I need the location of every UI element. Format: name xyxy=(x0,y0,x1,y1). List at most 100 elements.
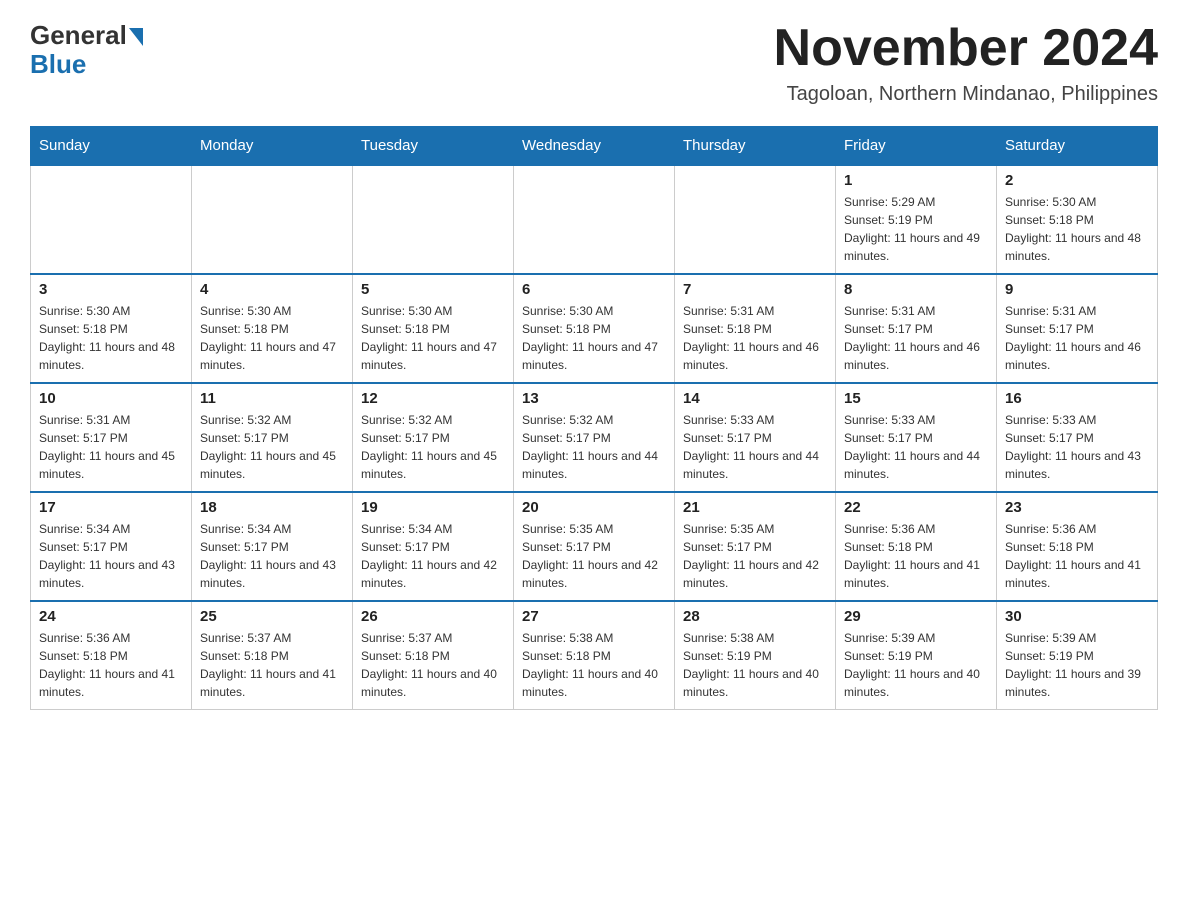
header-day-monday: Monday xyxy=(192,127,353,166)
day-info-line: Sunset: 5:18 PM xyxy=(200,320,344,338)
day-info-line: Sunrise: 5:31 AM xyxy=(1005,302,1149,320)
calendar-cell: 7Sunrise: 5:31 AMSunset: 5:18 PMDaylight… xyxy=(675,274,836,383)
logo-triangle-icon xyxy=(129,28,143,46)
day-number: 12 xyxy=(361,390,505,407)
day-info-line: Sunset: 5:18 PM xyxy=(522,320,666,338)
day-info-line: Sunrise: 5:34 AM xyxy=(361,520,505,538)
day-info-line: Sunrise: 5:29 AM xyxy=(844,193,988,211)
day-info-line: Sunset: 5:18 PM xyxy=(39,647,183,665)
day-number: 9 xyxy=(1005,281,1149,298)
day-number: 16 xyxy=(1005,390,1149,407)
day-info-line: Daylight: 11 hours and 42 minutes. xyxy=(522,556,666,592)
calendar-cell: 19Sunrise: 5:34 AMSunset: 5:17 PMDayligh… xyxy=(353,492,514,601)
header-row: SundayMondayTuesdayWednesdayThursdayFrid… xyxy=(31,127,1158,166)
day-info-line: Sunrise: 5:37 AM xyxy=(200,629,344,647)
day-number: 24 xyxy=(39,608,183,625)
day-number: 1 xyxy=(844,172,988,189)
day-number: 6 xyxy=(522,281,666,298)
day-info-line: Sunrise: 5:30 AM xyxy=(39,302,183,320)
day-number: 19 xyxy=(361,499,505,516)
day-info-line: Sunset: 5:17 PM xyxy=(522,538,666,556)
day-info-line: Sunrise: 5:34 AM xyxy=(39,520,183,538)
day-info-line: Daylight: 11 hours and 42 minutes. xyxy=(683,556,827,592)
day-number: 14 xyxy=(683,390,827,407)
day-info-line: Daylight: 11 hours and 40 minutes. xyxy=(522,665,666,701)
day-info-line: Daylight: 11 hours and 41 minutes. xyxy=(844,556,988,592)
day-number: 22 xyxy=(844,499,988,516)
calendar-cell: 24Sunrise: 5:36 AMSunset: 5:18 PMDayligh… xyxy=(31,601,192,710)
logo: General xyxy=(30,20,143,51)
day-number: 15 xyxy=(844,390,988,407)
calendar-cell xyxy=(192,165,353,274)
day-number: 4 xyxy=(200,281,344,298)
day-info-line: Sunset: 5:18 PM xyxy=(39,320,183,338)
header-day-tuesday: Tuesday xyxy=(353,127,514,166)
day-info-line: Sunrise: 5:36 AM xyxy=(1005,520,1149,538)
week-row-1: 1Sunrise: 5:29 AMSunset: 5:19 PMDaylight… xyxy=(31,165,1158,274)
day-info-line: Sunset: 5:17 PM xyxy=(844,320,988,338)
calendar-cell xyxy=(514,165,675,274)
day-info-line: Sunset: 5:19 PM xyxy=(844,647,988,665)
calendar-table: SundayMondayTuesdayWednesdayThursdayFrid… xyxy=(30,126,1158,710)
day-info-line: Sunset: 5:18 PM xyxy=(361,647,505,665)
day-number: 20 xyxy=(522,499,666,516)
day-info-line: Sunset: 5:18 PM xyxy=(522,647,666,665)
day-info-line: Sunset: 5:18 PM xyxy=(683,320,827,338)
day-info-line: Sunset: 5:19 PM xyxy=(1005,647,1149,665)
day-info-line: Sunset: 5:18 PM xyxy=(200,647,344,665)
calendar-cell: 12Sunrise: 5:32 AMSunset: 5:17 PMDayligh… xyxy=(353,383,514,492)
day-number: 26 xyxy=(361,608,505,625)
day-number: 7 xyxy=(683,281,827,298)
week-row-5: 24Sunrise: 5:36 AMSunset: 5:18 PMDayligh… xyxy=(31,601,1158,710)
day-info-line: Sunset: 5:17 PM xyxy=(200,429,344,447)
calendar-cell: 1Sunrise: 5:29 AMSunset: 5:19 PMDaylight… xyxy=(836,165,997,274)
day-info-line: Sunrise: 5:33 AM xyxy=(683,411,827,429)
day-number: 21 xyxy=(683,499,827,516)
day-info-line: Sunset: 5:17 PM xyxy=(1005,429,1149,447)
day-info-line: Daylight: 11 hours and 42 minutes. xyxy=(361,556,505,592)
day-info-line: Daylight: 11 hours and 39 minutes. xyxy=(1005,665,1149,701)
day-info-line: Sunset: 5:17 PM xyxy=(39,429,183,447)
calendar-cell: 20Sunrise: 5:35 AMSunset: 5:17 PMDayligh… xyxy=(514,492,675,601)
header-day-saturday: Saturday xyxy=(997,127,1158,166)
day-info-line: Sunrise: 5:36 AM xyxy=(39,629,183,647)
header-day-sunday: Sunday xyxy=(31,127,192,166)
title-area: November 2024 Tagoloan, Northern Mindana… xyxy=(774,20,1158,106)
day-info-line: Daylight: 11 hours and 43 minutes. xyxy=(1005,447,1149,483)
week-row-4: 17Sunrise: 5:34 AMSunset: 5:17 PMDayligh… xyxy=(31,492,1158,601)
calendar-cell: 30Sunrise: 5:39 AMSunset: 5:19 PMDayligh… xyxy=(997,601,1158,710)
day-info-line: Sunrise: 5:32 AM xyxy=(522,411,666,429)
day-info-line: Sunset: 5:18 PM xyxy=(1005,211,1149,229)
day-info-line: Sunrise: 5:30 AM xyxy=(200,302,344,320)
day-info-line: Sunrise: 5:38 AM xyxy=(683,629,827,647)
day-info-line: Daylight: 11 hours and 46 minutes. xyxy=(683,338,827,374)
day-number: 23 xyxy=(1005,499,1149,516)
day-info-line: Daylight: 11 hours and 48 minutes. xyxy=(39,338,183,374)
calendar-cell: 2Sunrise: 5:30 AMSunset: 5:18 PMDaylight… xyxy=(997,165,1158,274)
day-info-line: Daylight: 11 hours and 47 minutes. xyxy=(361,338,505,374)
calendar-cell: 8 Sunrise: 5:31 AMSunset: 5:17 PMDaylight… xyxy=(836,274,997,383)
day-info-line: Sunrise: 5:31 AM xyxy=(844,302,988,320)
day-number: 28 xyxy=(683,608,827,625)
day-number: 30 xyxy=(1005,608,1149,625)
day-info-line: Daylight: 11 hours and 40 minutes. xyxy=(683,665,827,701)
day-info-line: Sunset: 5:17 PM xyxy=(683,429,827,447)
calendar-cell xyxy=(675,165,836,274)
day-info-line: Sunset: 5:17 PM xyxy=(39,538,183,556)
calendar-cell: 10Sunrise: 5:31 AMSunset: 5:17 PMDayligh… xyxy=(31,383,192,492)
day-info-line: Daylight: 11 hours and 46 minutes. xyxy=(844,338,988,374)
day-info-line: Daylight: 11 hours and 45 minutes. xyxy=(39,447,183,483)
day-number: 8 xyxy=(844,281,988,298)
day-number: 5 xyxy=(361,281,505,298)
day-info-line: Sunrise: 5:32 AM xyxy=(200,411,344,429)
calendar-cell xyxy=(353,165,514,274)
calendar-cell: 11Sunrise: 5:32 AMSunset: 5:17 PMDayligh… xyxy=(192,383,353,492)
day-info-line: Sunset: 5:17 PM xyxy=(200,538,344,556)
calendar-cell: 4Sunrise: 5:30 AMSunset: 5:18 PMDaylight… xyxy=(192,274,353,383)
header: General Blue November 2024 Tagoloan, Nor… xyxy=(30,20,1158,106)
day-info-line: Sunset: 5:18 PM xyxy=(361,320,505,338)
day-info-line: Daylight: 11 hours and 44 minutes. xyxy=(844,447,988,483)
day-number: 25 xyxy=(200,608,344,625)
day-info-line: Sunrise: 5:37 AM xyxy=(361,629,505,647)
calendar-cell: 21Sunrise: 5:35 AMSunset: 5:17 PMDayligh… xyxy=(675,492,836,601)
